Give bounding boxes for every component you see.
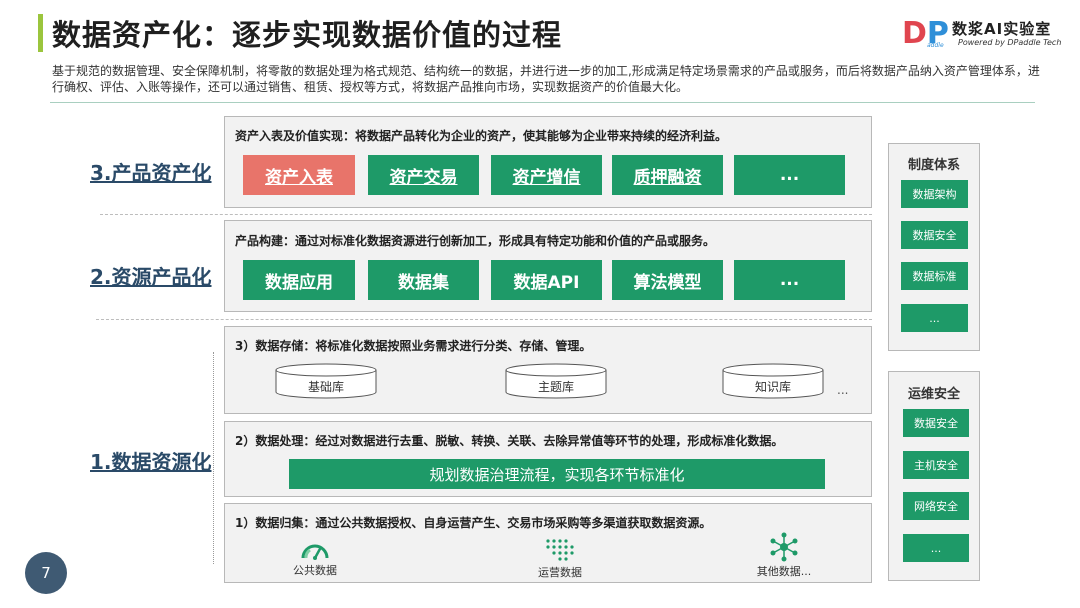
side1-item-standard[interactable]: 数据标准 [901,262,968,290]
side2-item-more[interactable]: ... [903,534,969,562]
ops-security-panel: 运维安全 数据安全 主机安全 网络安全 ... [888,371,980,581]
stage3-label: 3.产品资产化 [90,161,212,185]
divider-2-1 [96,319,872,320]
dot-matrix-icon [546,539,574,561]
side1-item-architecture[interactable]: 数据架构 [901,180,968,208]
data-api-button[interactable]: 数据API [491,260,602,300]
network-icon [770,532,798,562]
storage-text: 3）数据存储：将标准化数据按照业务需求进行分类、存储、管理。 [235,339,592,353]
db-topic-label: 主题库 [537,380,574,394]
intro-paragraph: 基于规范的数据管理、安全保障机制，将零散的数据处理为格式规范、结构统一的数据，并… [52,64,1040,94]
institution-system-title: 制度体系 [907,158,960,173]
side2-item-network-security[interactable]: 网络安全 [903,492,969,520]
db-knowledge-label: 知识库 [754,380,791,394]
side2-item-data-security[interactable]: 数据安全 [903,409,969,437]
asset-trading-button[interactable]: 资产交易 [368,155,479,195]
stage1-bracket [213,352,214,564]
source-public-label: 公共数据 [293,564,337,577]
header-divider [50,102,1035,103]
side2-item-host-security[interactable]: 主机安全 [903,451,969,479]
gauge-icon [301,544,329,560]
processing-panel: 2）数据处理：经过对数据进行去重、脱敏、转换、关联、去除异常值等环节的处理，形成… [224,421,872,497]
stage2-more-button[interactable]: ... [734,260,845,300]
title-accent-bar [38,14,43,52]
storage-panel: 3）数据存储：将标准化数据按照业务需求进行分类、存储、管理。 基础库 主题库 知… [224,326,872,414]
db-basic-label: 基础库 [307,380,344,394]
side1-item-more[interactable]: ... [901,304,968,332]
stage3-text: 资产入表及价值实现：将数据产品转化为企业的资产，使其能够为企业带来持续的经济利益… [235,129,728,143]
page-title: 数据资产化：逐步实现数据价值的过程 [52,18,563,52]
processing-text: 2）数据处理：经过对数据进行去重、脱敏、转换、关联、去除异常值等环节的处理，形成… [235,434,784,448]
stage1-label: 1.数据资源化 [90,450,212,474]
asset-listing-button[interactable]: 资产入表 [243,155,355,195]
logo-name: 数浆AI实验室 [952,20,1052,38]
collection-text: 1）数据归集：通过公共数据授权、自身运营产生、交易市场采购等多渠道获取数据资源。 [235,516,712,530]
data-application-button[interactable]: 数据应用 [243,260,355,300]
stage3-panel: 资产入表及价值实现：将数据产品转化为企业的资产，使其能够为企业带来持续的经济利益… [224,116,872,208]
stage2-panel: 产品构建：通过对标准化数据资源进行创新加工，形成具有特定功能和价值的产品或服务。… [224,220,872,312]
governance-process-bar: 规划数据治理流程，实现各环节标准化 [289,459,825,489]
institution-system-panel: 制度体系 数据架构 数据安全 数据标准 ... [888,143,980,351]
storage-more: ... [837,383,849,397]
asset-credit-button[interactable]: 资产增信 [491,155,602,195]
source-other-label: 其他数据... [756,565,812,578]
logo-subtitle: Powered by DPaddle Tech [958,38,1062,47]
source-operation-label: 运营数据 [538,566,582,579]
collection-panel: 1）数据归集：通过公共数据授权、自身运营产生、交易市场采购等多渠道获取数据资源。… [224,503,872,583]
stage3-more-button[interactable]: ... [734,155,845,195]
side1-item-security[interactable]: 数据安全 [901,221,968,249]
stage2-label: 2.资源产品化 [90,265,212,289]
logo-addle: addle [927,42,944,49]
algorithm-model-button[interactable]: 算法模型 [612,260,723,300]
logo: DP addle 数浆AI实验室 Powered by DPaddle Tech [902,18,1062,52]
pledge-financing-button[interactable]: 质押融资 [612,155,723,195]
page-number: 7 [25,552,67,594]
dataset-button[interactable]: 数据集 [368,260,479,300]
ops-security-title: 运维安全 [907,387,960,402]
divider-3-2 [100,214,872,215]
stage2-text: 产品构建：通过对标准化数据资源进行创新加工，形成具有特定功能和价值的产品或服务。 [235,234,716,248]
